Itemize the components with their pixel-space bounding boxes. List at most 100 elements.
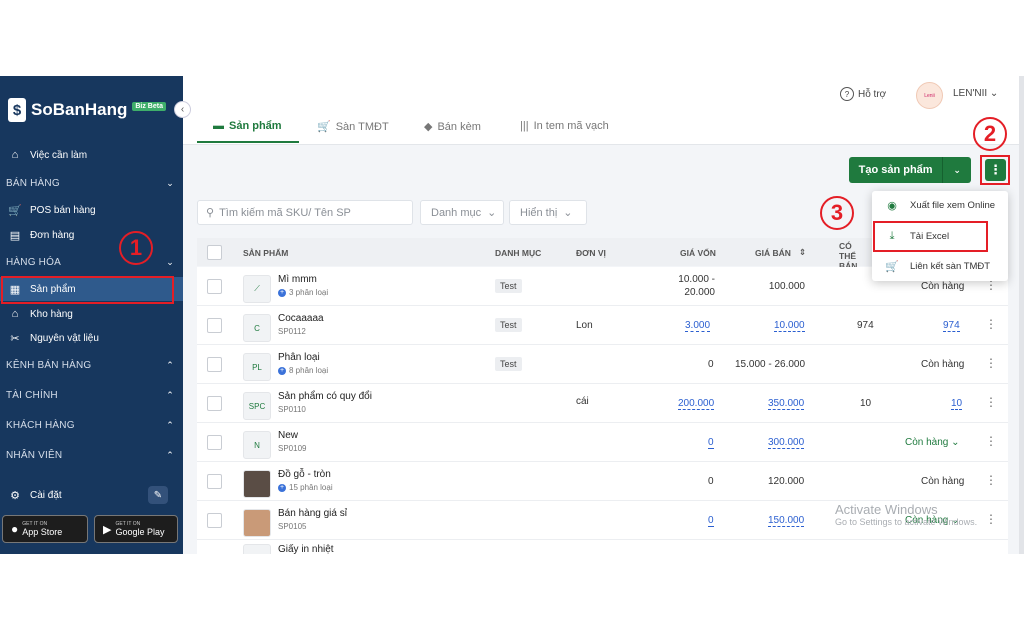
highlight-products-item <box>1 276 174 304</box>
table-row[interactable]: SPC Sản phẩm có quy đổi SP0110 cái 200.0… <box>197 384 1008 423</box>
row-menu-icon[interactable]: ⋮ <box>985 434 997 448</box>
price-value[interactable]: 10.000 <box>774 320 805 332</box>
search-icon: ⚲ <box>206 207 215 219</box>
tab-barcode[interactable]: ||| In tem mã vạch <box>520 120 609 132</box>
select-all-checkbox[interactable] <box>207 245 222 260</box>
avatar[interactable]: Lenii <box>916 82 943 109</box>
document-icon: ▤ <box>9 229 21 242</box>
sidebar-item-orders[interactable]: ▤ Đơn hàng <box>0 223 183 247</box>
sidebar-item-label: Kho hàng <box>30 308 73 320</box>
cost-value[interactable]: 200.000 <box>678 398 715 410</box>
search-input[interactable]: ⚲ Tìm kiếm mã SKU/ Tên SP <box>197 200 413 225</box>
tab-ecommerce[interactable]: 🛒 Sàn TMĐT <box>317 120 389 134</box>
help-link[interactable]: ? Hỗ trợ <box>840 87 886 101</box>
cost-value[interactable]: 3.000 <box>685 320 711 332</box>
sidebar-item-materials[interactable]: ✂ Nguyên vật liệu <box>0 326 183 350</box>
table-row[interactable]: Giấy in nhiệt <box>197 540 1008 554</box>
menu-item-label: Liên kết sàn TMĐT <box>910 260 991 272</box>
sidebar-item-pos[interactable]: 🛒 POS bán hàng <box>0 198 183 222</box>
row-menu-icon[interactable]: ⋮ <box>985 317 997 331</box>
price-value[interactable]: 350.000 <box>768 398 805 410</box>
row-menu-icon[interactable]: ⋮ <box>985 356 997 370</box>
category-tag: Test <box>495 357 522 371</box>
row-checkbox[interactable] <box>207 474 222 489</box>
chevron-down-icon[interactable]: ⌄ <box>942 157 971 183</box>
display-filter[interactable]: Hiển thị ⌄ <box>509 200 587 225</box>
product-name[interactable]: Đồ gỗ - tròn <box>278 469 331 480</box>
column-header: DANH MỤC <box>495 248 542 258</box>
table-row[interactable]: C Cocaaaaa SP0112 Test Lon 3.000 10.000 … <box>197 306 1008 345</box>
store-big-text: Google Play <box>115 527 165 537</box>
sidebar-section-finance[interactable]: TÀI CHÍNH ⌃ <box>6 385 174 405</box>
app-store-button[interactable]: ● GET IT ON App Store <box>2 515 88 543</box>
product-name[interactable]: Phân loại <box>278 352 320 363</box>
tab-products[interactable]: ▬ Sản phẩm <box>213 120 282 132</box>
sidebar-section-channels[interactable]: KÊNH BÁN HÀNG ⌃ <box>6 355 174 375</box>
table-row[interactable]: N New SP0109 0 300.000 Còn hàng ⌄ ⋮ <box>197 423 1008 462</box>
stock-value[interactable]: 974 <box>943 320 960 332</box>
stock-value[interactable]: 10 <box>951 398 963 410</box>
edit-menu-button[interactable]: ✎ <box>148 486 168 504</box>
product-thumbnail: SPC <box>243 392 271 420</box>
row-checkbox[interactable] <box>207 513 222 528</box>
row-checkbox[interactable] <box>207 357 222 372</box>
price-value[interactable]: 300.000 <box>768 437 805 449</box>
stock-status-dropdown[interactable]: Còn hàng ⌄ <box>905 437 960 448</box>
category-filter[interactable]: Danh mục ⌄ <box>420 200 504 225</box>
sidebar-item-label: Việc cần làm <box>30 149 88 161</box>
app-screen: $ SoBanHang Biz Beta ⌂ Việc cần làm BÁN … <box>0 76 1024 554</box>
box-icon: ▬ <box>213 120 224 132</box>
sidebar-section-customers[interactable]: KHÁCH HÀNG ⌃ <box>6 415 174 435</box>
product-thumbnail: N <box>243 431 271 459</box>
price-value[interactable]: 150.000 <box>768 515 805 527</box>
tab-bundle[interactable]: ◆ Bán kèm <box>424 120 481 134</box>
table-row[interactable]: Đồ gỗ - tròn +15 phân loại 0 120.000 Còn… <box>197 462 1008 501</box>
cost-value[interactable]: 0 <box>708 515 714 527</box>
row-menu-icon[interactable]: ⋮ <box>985 512 997 526</box>
menu-item-export-online[interactable]: ◉ Xuất file xem Online <box>872 191 1008 219</box>
user-menu[interactable]: LEN'NII ⌄ <box>953 88 998 99</box>
product-name[interactable]: Sản phẩm có quy đổi <box>278 391 372 402</box>
collapse-sidebar-button[interactable]: ‹ <box>174 101 191 118</box>
variant-count[interactable]: +8 phân loại <box>278 366 328 375</box>
chevron-down-icon: ⌄ <box>166 256 174 267</box>
menu-item-link-ecommerce[interactable]: 🛒 Liên kết sàn TMĐT <box>872 252 1008 280</box>
cost-value: 10.000 - 20.000 <box>678 274 715 298</box>
sort-icon[interactable]: ⇕ <box>799 247 806 258</box>
product-sku: SP0110 <box>278 405 306 414</box>
row-checkbox[interactable] <box>207 318 222 333</box>
product-sku: SP0105 <box>278 522 307 531</box>
store-big-text: App Store <box>22 527 63 537</box>
row-checkbox[interactable] <box>207 435 222 450</box>
variant-count[interactable]: +15 phân loại <box>278 483 333 492</box>
page-scrollbar[interactable] <box>1019 76 1024 554</box>
google-play-button[interactable]: ▶ GET IT ON Google Play <box>94 515 178 543</box>
cost-value[interactable]: 0 <box>708 437 714 449</box>
product-name[interactable]: Bán hàng giá sỉ <box>278 508 347 519</box>
sidebar-section-staff[interactable]: NHÂN VIÊN ⌃ <box>6 445 174 465</box>
sidebar-section-sales[interactable]: BÁN HÀNG ⌄ <box>6 173 174 193</box>
row-checkbox[interactable] <box>207 279 222 294</box>
brand-name: SoBanHang <box>31 100 128 119</box>
product-name[interactable]: Cocaaaaa <box>278 313 324 324</box>
sidebar-item-warehouse[interactable]: ⌂ Kho hàng <box>0 302 183 326</box>
sidebar: $ SoBanHang Biz Beta ⌂ Việc cần làm BÁN … <box>0 76 183 554</box>
row-menu-icon[interactable]: ⋮ <box>985 473 997 487</box>
row-menu-icon[interactable]: ⋮ <box>985 395 997 409</box>
product-name[interactable]: Mì mmm <box>278 274 317 285</box>
cart-icon: 🛒 <box>317 121 331 133</box>
column-header[interactable]: GIÁ BÁN <box>755 248 791 258</box>
row-checkbox[interactable] <box>207 396 222 411</box>
section-label: TÀI CHÍNH <box>6 389 58 401</box>
product-name[interactable]: Giấy in nhiệt <box>278 544 334 554</box>
plus-icon: + <box>278 288 286 297</box>
variant-count[interactable]: +3 phân loại <box>278 288 328 297</box>
product-name[interactable]: New <box>278 430 298 441</box>
gear-icon: ⚙ <box>10 489 20 502</box>
brand-logo[interactable]: $ SoBanHang Biz Beta <box>8 98 166 122</box>
table-row[interactable]: PL Phân loại +8 phân loại Test 0 15.000 … <box>197 345 1008 384</box>
create-product-button[interactable]: Tạo sản phẩm ⌄ <box>849 157 971 183</box>
sidebar-item-todo[interactable]: ⌂ Việc cần làm <box>0 143 183 167</box>
stock-label: Còn hàng <box>905 437 949 448</box>
tab-bar: ▬ Sản phẩm 🛒 Sàn TMĐT ◆ Bán kèm ||| In t… <box>183 112 1024 145</box>
